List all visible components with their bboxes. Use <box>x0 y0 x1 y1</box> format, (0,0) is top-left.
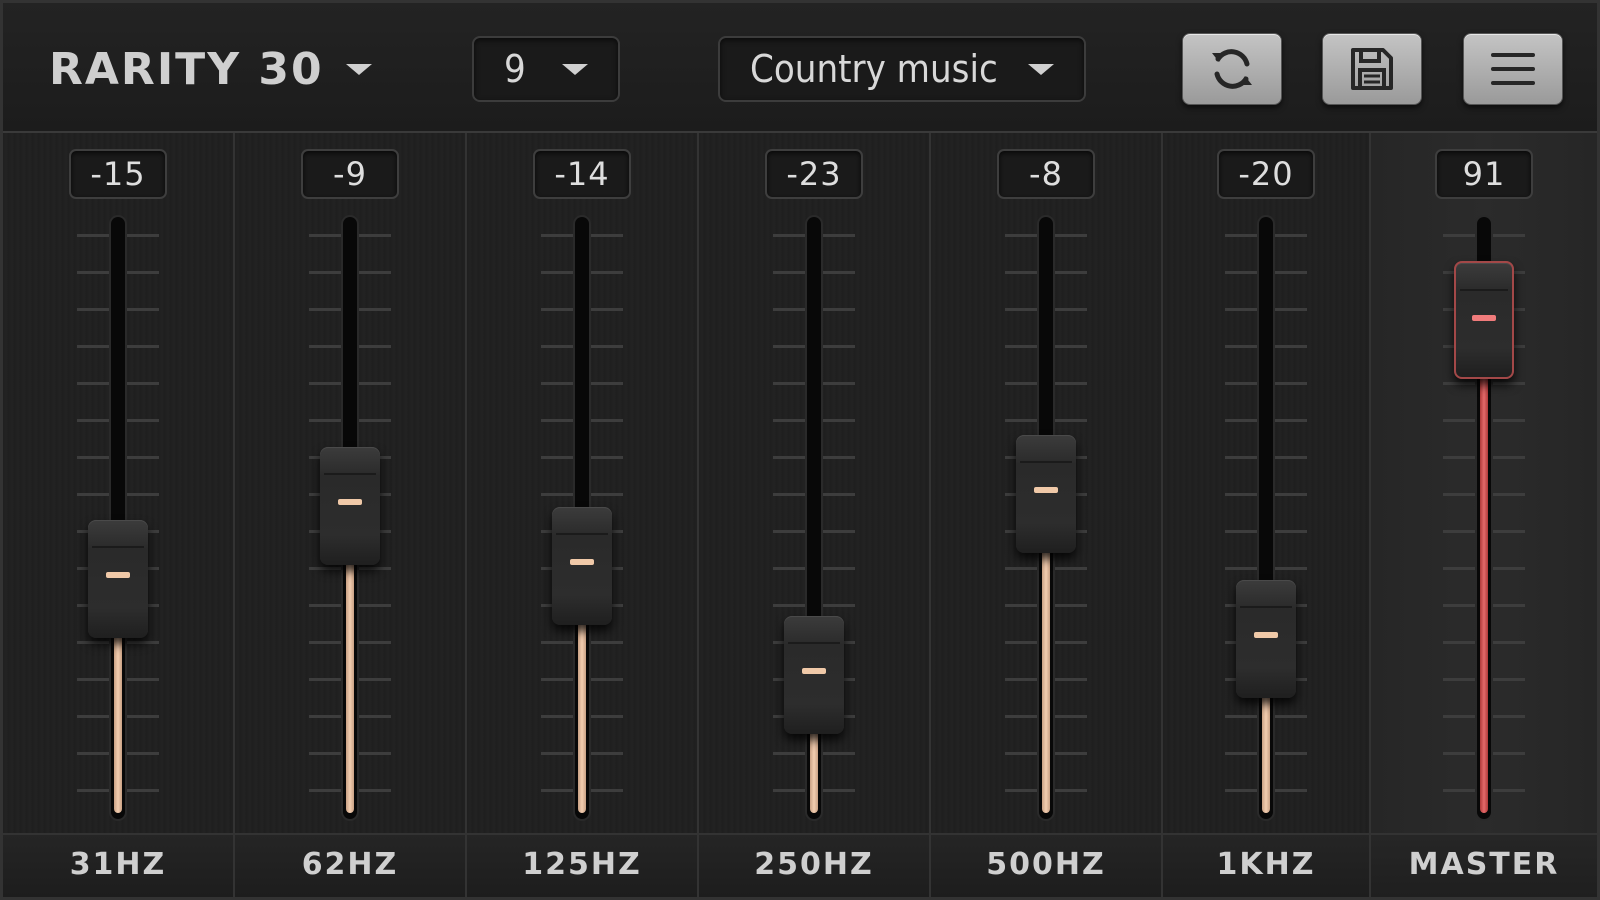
slider-track-area[interactable] <box>1371 133 1597 833</box>
slider-level-fill <box>578 617 586 813</box>
master-fader-handle[interactable] <box>1454 260 1514 379</box>
band-count-dropdown[interactable]: 9 <box>472 36 620 102</box>
chevron-down-icon <box>345 63 372 75</box>
preset-bank-dropdown[interactable]: RARITY 30 <box>49 41 372 97</box>
channel-label: 31HZ <box>3 833 233 897</box>
channel-label: 500HZ <box>931 833 1161 897</box>
handle-grip-line <box>1034 486 1058 493</box>
band-fader-handle[interactable] <box>1236 580 1296 698</box>
menu-button[interactable] <box>1463 33 1563 105</box>
chevron-down-icon <box>1028 63 1054 75</box>
preset-name-value: Country music <box>750 47 998 91</box>
refresh-button[interactable] <box>1182 33 1282 105</box>
slider-level-fill <box>1262 690 1270 813</box>
top-bar: RARITY 30 9 Country music <box>3 3 1597 133</box>
channel-500hz: -8 500HZ <box>931 133 1163 897</box>
slider-track-area[interactable] <box>1163 133 1369 833</box>
channel-label: 62HZ <box>235 833 465 897</box>
handle-grip-line <box>802 668 826 675</box>
slider-track-area[interactable] <box>467 133 697 833</box>
channel-250hz: -23 250HZ <box>699 133 931 897</box>
slider-track-area[interactable] <box>931 133 1161 833</box>
channel-1khz: -20 1KHZ <box>1163 133 1371 897</box>
band-fader-handle[interactable] <box>552 507 612 626</box>
handle-grip-line <box>338 498 362 505</box>
channel-label: 250HZ <box>699 833 929 897</box>
band-fader-handle[interactable] <box>88 519 148 638</box>
slider-level-fill <box>1042 544 1050 813</box>
slider-level-fill <box>114 629 122 813</box>
hamburger-menu-icon <box>1491 53 1535 85</box>
handle-grip-line <box>1472 314 1496 321</box>
slider-level-fill <box>810 726 818 813</box>
channel-label: MASTER <box>1371 833 1597 897</box>
band-fader-handle[interactable] <box>1016 434 1076 553</box>
band-fader-handle[interactable] <box>320 446 380 565</box>
slider-track-area[interactable] <box>235 133 465 833</box>
channel-label: 125HZ <box>467 833 697 897</box>
channel-125hz: -14 125HZ <box>467 133 699 897</box>
save-icon <box>1351 48 1393 90</box>
channel-label: 1KHZ <box>1163 833 1369 897</box>
slider-track-area[interactable] <box>3 133 233 833</box>
handle-grip-line <box>106 571 130 578</box>
slider-level-fill <box>346 556 354 813</box>
band-count-value: 9 <box>504 47 526 91</box>
slider-track-area[interactable] <box>699 133 929 833</box>
slider-level-fill <box>1480 370 1488 813</box>
save-button[interactable] <box>1322 33 1422 105</box>
channel-62hz: -9 62HZ <box>235 133 467 897</box>
channel-master: 91 MASTER <box>1371 133 1597 897</box>
equalizer-app: RARITY 30 9 Country music -15 31HZ -9 62… <box>0 0 1600 900</box>
band-fader-handle[interactable] <box>784 616 844 735</box>
handle-grip-line <box>1254 632 1278 638</box>
chevron-down-icon <box>562 63 588 75</box>
preset-bank-label: RARITY 30 <box>49 43 324 95</box>
preset-dropdown[interactable]: Country music <box>718 36 1086 102</box>
handle-grip-line <box>570 559 594 566</box>
channel-strip-container: -15 31HZ -9 62HZ -14 125HZ -23 250HZ -8 500HZ -20 1… <box>3 133 1597 897</box>
refresh-icon <box>1212 49 1252 89</box>
channel-31hz: -15 31HZ <box>3 133 235 897</box>
